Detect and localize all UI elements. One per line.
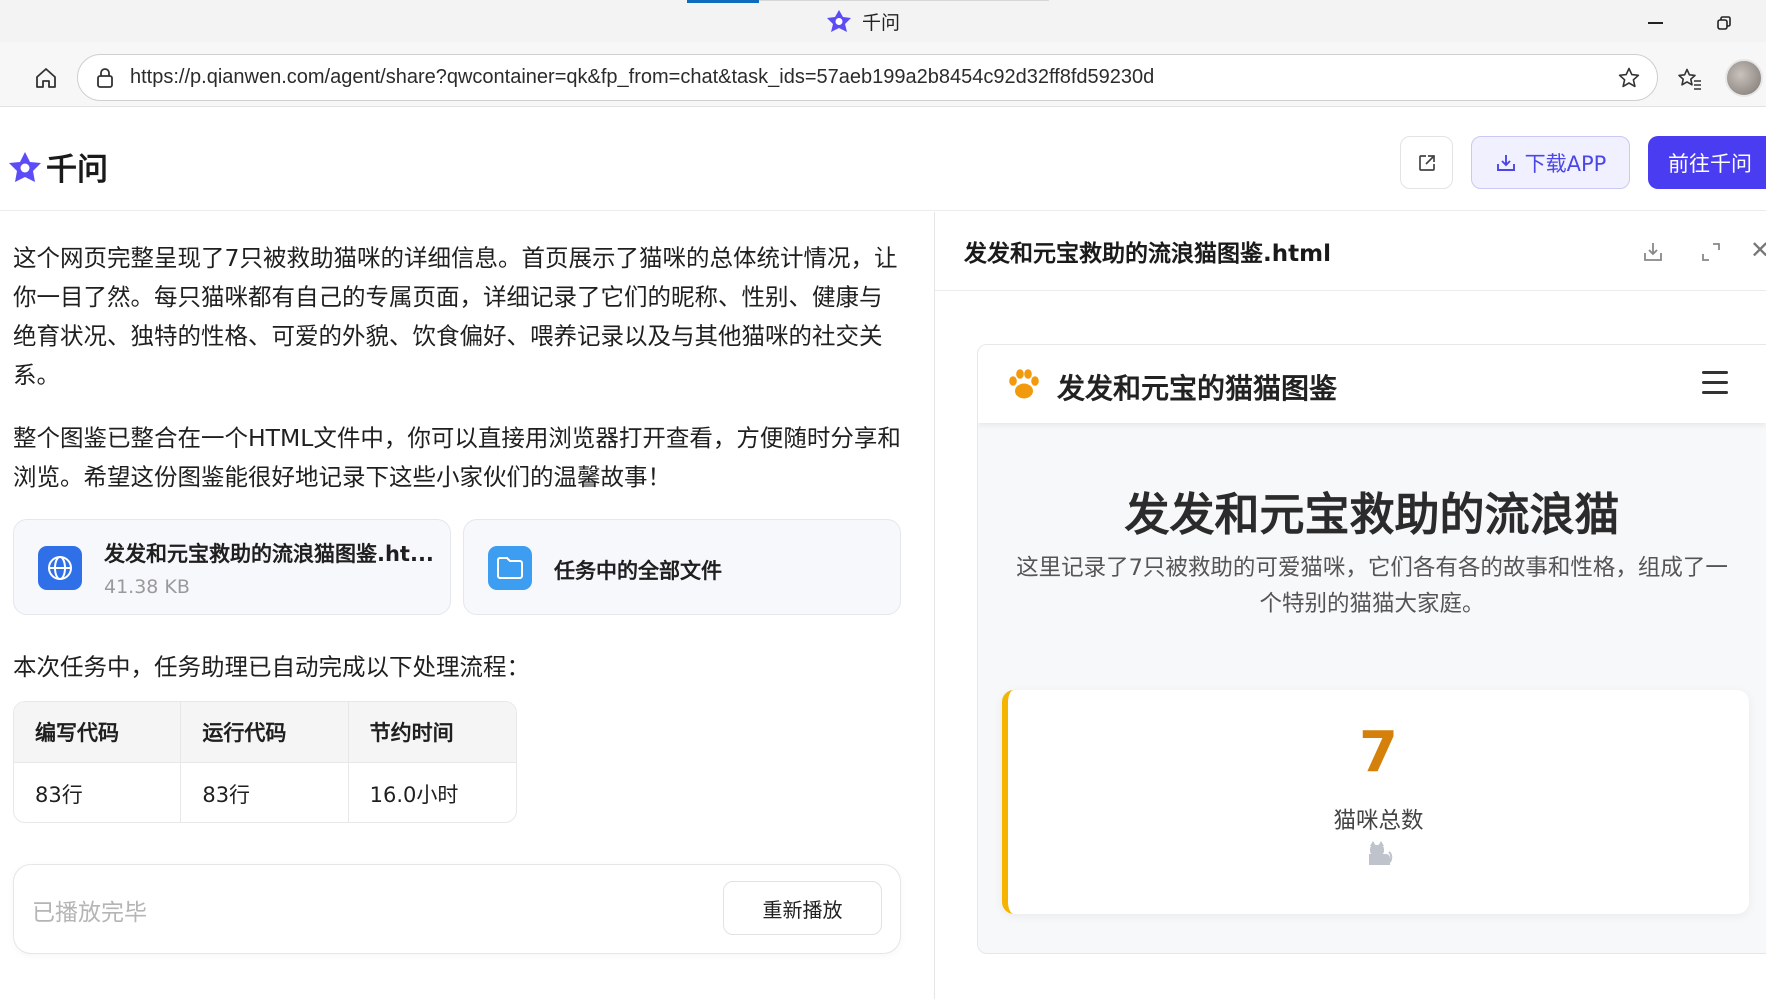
minimize-icon bbox=[1647, 22, 1663, 24]
table-cell: 83行 bbox=[181, 763, 349, 822]
restore-icon bbox=[1717, 16, 1731, 30]
go-qianwen-button[interactable]: 前往千问 bbox=[1648, 136, 1766, 189]
preview-download-button[interactable] bbox=[1637, 236, 1669, 268]
home-button[interactable] bbox=[30, 62, 62, 94]
star-icon bbox=[1618, 67, 1640, 87]
file-card[interactable]: 发发和元宝救助的流浪猫图鉴.ht... 41.38 KB bbox=[13, 519, 451, 615]
download-icon bbox=[1496, 154, 1515, 171]
qianwen-logo-icon bbox=[9, 151, 41, 182]
table-cell: 83行 bbox=[14, 763, 182, 822]
hero-subtitle: 这里记录了7只被救助的可爱猫咪，它们各有各的故事和性格，组成了一个特别的猫猫大家… bbox=[1016, 555, 1728, 617]
restore-button[interactable] bbox=[1710, 9, 1738, 37]
globe-icon bbox=[38, 546, 82, 590]
preview-expand-button[interactable] bbox=[1695, 236, 1727, 268]
close-icon: ✕ bbox=[1750, 236, 1766, 264]
download-icon bbox=[1644, 243, 1662, 261]
window-title: 千问 bbox=[826, 9, 901, 34]
chat-paragraph-1: 这个网页完整呈现了7只被救助猫咪的详细信息。首页展示了猫咪的总体统计情况，让你一… bbox=[13, 244, 898, 389]
download-app-label: 下载APP bbox=[1524, 151, 1607, 176]
favorites-button[interactable] bbox=[1673, 62, 1707, 96]
favorites-icon bbox=[1678, 68, 1701, 90]
table-header-cell: 编写代码 bbox=[14, 702, 182, 762]
all-files-card[interactable]: 任务中的全部文件 bbox=[463, 519, 901, 615]
share-button[interactable] bbox=[1400, 136, 1453, 189]
playback-status: 已播放完毕 bbox=[32, 900, 147, 926]
menu-icon[interactable] bbox=[1702, 371, 1728, 395]
site-navbar: 发发和元宝的猫猫图鉴 bbox=[978, 345, 1766, 423]
folder-icon bbox=[488, 546, 532, 590]
page-header: 千问 下载APP 前往千问 bbox=[0, 107, 1766, 211]
expand-icon bbox=[1702, 243, 1720, 261]
tab-strip-line bbox=[759, 0, 1049, 1]
profile-avatar[interactable] bbox=[1725, 59, 1763, 97]
table-cell: 16.0小时 bbox=[369, 782, 459, 807]
file-name: 发发和元宝救助的流浪猫图鉴.ht... bbox=[104, 542, 434, 566]
address-bar-row: https://p.qianwen.com/agent/share?qwcont… bbox=[0, 42, 1766, 107]
go-qianwen-label: 前往千问 bbox=[1668, 151, 1752, 176]
table-header-cell: 节约时间 bbox=[369, 721, 454, 745]
preview-divider bbox=[935, 290, 1766, 291]
table-row: 83行 83行 16.0小时 bbox=[14, 763, 516, 822]
site-brand[interactable]: 发发和元宝的猫猫图鉴 bbox=[1057, 367, 1337, 407]
preview-frame[interactable]: 发发和元宝的猫猫图鉴 发发和元宝救助的流浪猫 这里记录了7只被救助的可爱猫咪，它… bbox=[977, 344, 1766, 954]
download-app-button[interactable]: 下载APP bbox=[1471, 136, 1630, 189]
stat-card-total: 7 猫咪总数 bbox=[1002, 690, 1749, 914]
brand[interactable]: 千问 bbox=[8, 144, 108, 189]
url-field[interactable]: https://p.qianwen.com/agent/share?qwcont… bbox=[77, 54, 1658, 101]
preview-close-button[interactable]: ✕ bbox=[1750, 236, 1766, 268]
flow-description: 本次任务中，任务助理已自动完成以下处理流程： bbox=[13, 653, 530, 681]
preview-file-title: 发发和元宝救助的流浪猫图鉴.html bbox=[964, 241, 1331, 267]
cat-icon bbox=[1369, 841, 1393, 865]
active-tab-indicator bbox=[687, 0, 759, 3]
all-files-label: 任务中的全部文件 bbox=[554, 559, 722, 583]
browser-titlebar: 千问 bbox=[0, 0, 1766, 42]
preview-panel: 发发和元宝救助的流浪猫图鉴.html ✕ 发发和元宝的猫猫图鉴 发发和元宝救助的… bbox=[935, 212, 1766, 999]
chat-panel: 这个网页完整呈现了7只被救助猫咪的详细信息。首页展示了猫咪的总体统计情况，让你一… bbox=[0, 212, 934, 999]
playback-bar: 已播放完毕 重新播放 bbox=[13, 864, 901, 954]
minimize-button[interactable] bbox=[1641, 9, 1669, 37]
lock-icon[interactable] bbox=[90, 63, 120, 93]
bookmark-button[interactable] bbox=[1611, 60, 1647, 96]
home-icon bbox=[36, 68, 56, 88]
paw-icon bbox=[1009, 369, 1039, 399]
stat-label: 猫咪总数 bbox=[1333, 808, 1424, 834]
file-size: 41.38 KB bbox=[104, 576, 190, 598]
table-header-row: 编写代码 运行代码 节约时间 bbox=[14, 702, 516, 763]
brand-name: 千问 bbox=[46, 152, 108, 188]
replay-button[interactable]: 重新播放 bbox=[723, 881, 882, 935]
stats-table: 编写代码 运行代码 节约时间 83行 83行 16.0小时 bbox=[13, 701, 517, 823]
qianwen-logo-icon bbox=[827, 10, 851, 32]
hero-title: 发发和元宝救助的流浪猫 bbox=[1124, 488, 1620, 541]
table-header-cell: 运行代码 bbox=[181, 702, 349, 762]
window-title-text: 千问 bbox=[862, 11, 901, 34]
stat-number: 7 bbox=[1359, 720, 1398, 785]
url-text[interactable]: https://p.qianwen.com/agent/share?qwcont… bbox=[130, 66, 1611, 89]
share-icon bbox=[1418, 154, 1435, 171]
chat-paragraph-2: 整个图鉴已整合在一个HTML文件中，你可以直接用浏览器打开查看，方便随时分享和浏… bbox=[13, 424, 901, 491]
